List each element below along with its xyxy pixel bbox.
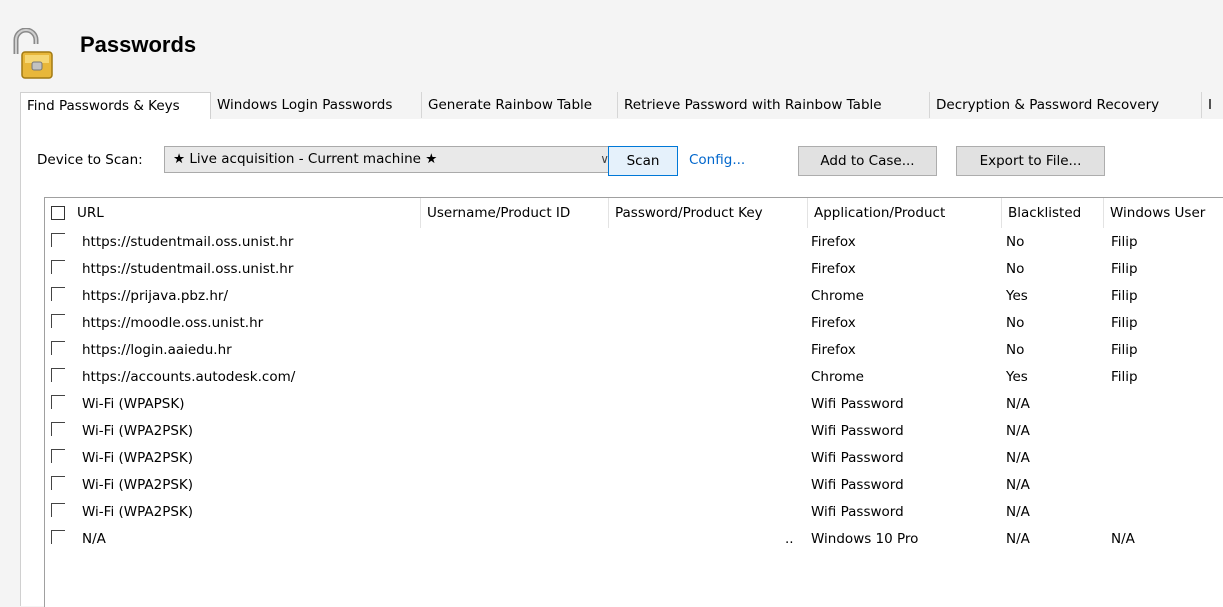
row-checkbox[interactable] [51, 287, 65, 301]
table-row[interactable]: https://prijava.pbz.hr/Chrome Yes Filip [45, 283, 1223, 310]
row-checkbox[interactable] [51, 395, 65, 409]
column-header-url[interactable]: URL [71, 198, 421, 228]
table-row[interactable]: Wi-Fi (WPAPSK) Wifi Password N/A [45, 391, 1223, 418]
cell-application: Wifi Password [811, 423, 904, 439]
cell-url: Wi-Fi (WPA2PSK) [82, 423, 194, 439]
cell-blacklisted: Yes [1006, 369, 1028, 385]
row-checkbox[interactable] [51, 341, 65, 355]
cell-blacklisted: Yes [1006, 288, 1028, 304]
tab-retrieve-password-rainbow[interactable]: Retrieve Password with Rainbow Table [618, 92, 930, 118]
row-checkbox[interactable] [51, 503, 65, 517]
cell-windows-user: Filip [1111, 234, 1138, 250]
export-to-file-button[interactable]: Export to File... [956, 146, 1105, 176]
cell-windows-user: Filip [1111, 261, 1138, 277]
page-title: Passwords [80, 32, 197, 57]
column-header-password[interactable]: Password/Product Key [609, 198, 808, 228]
cell-url: https://accounts.autodesk.com/ [82, 369, 296, 385]
table-row[interactable]: Wi-Fi (WPA2PSK) Wifi Password N/A [45, 445, 1223, 472]
cell-windows-user: Filip [1111, 369, 1138, 385]
cell-url: https://prijava.pbz.hr/ [82, 288, 229, 304]
cell-url: https://login.aaiedu.hr [82, 342, 232, 358]
tab-more[interactable]: I [1202, 92, 1223, 118]
cell-application: Chrome [811, 369, 864, 385]
device-select-value: ★ Live acquisition - Current machine ★ [173, 151, 438, 167]
row-checkbox[interactable] [51, 233, 65, 247]
device-select[interactable]: ★ Live acquisition - Current machine ★ ∨ [164, 146, 618, 173]
cell-blacklisted: N/A [1006, 477, 1030, 493]
table-row[interactable]: https://moodle.oss.unist.hr Firefox No Fili… [45, 310, 1223, 337]
cell-blacklisted: N/A [1006, 450, 1030, 466]
cell-application: Wifi Password [811, 396, 904, 412]
row-checkbox[interactable] [51, 368, 65, 382]
table-row[interactable]: Wi-Fi (WPA2PSK) Wifi Password N/A [45, 472, 1223, 499]
add-to-case-button[interactable]: Add to Case... [798, 146, 937, 176]
cell-windows-user: N/A [1111, 531, 1135, 547]
padlock-open-icon [13, 28, 53, 79]
select-all-checkbox[interactable] [51, 206, 65, 220]
cell-password: .. [785, 531, 794, 547]
cell-application: Wifi Password [811, 477, 904, 493]
cell-url: Wi-Fi (WPA2PSK) [82, 504, 194, 520]
row-checkbox[interactable] [51, 476, 65, 490]
row-checkbox[interactable] [51, 422, 65, 436]
cell-windows-user: Filip [1111, 288, 1138, 304]
cell-application: Firefox [811, 315, 856, 331]
cell-blacklisted: N/A [1006, 423, 1030, 439]
tab-generate-rainbow-table[interactable]: Generate Rainbow Table [422, 92, 618, 118]
cell-application: Chrome [811, 288, 864, 304]
table-row[interactable]: Wi-Fi (WPA2PSK) Wifi Password N/A [45, 499, 1223, 526]
tab-decryption-recovery[interactable]: Decryption & Password Recovery [930, 92, 1202, 118]
cell-blacklisted: No [1006, 315, 1025, 331]
row-checkbox[interactable] [51, 449, 65, 463]
cell-blacklisted: N/A [1006, 504, 1030, 520]
table-row[interactable]: https://login.aaiedu.hr Firefox No Filip [45, 337, 1223, 364]
cell-application: Firefox [811, 234, 856, 250]
tab-windows-login-passwords[interactable]: Windows Login Passwords [211, 92, 422, 118]
cell-windows-user: Filip [1111, 342, 1138, 358]
table-row[interactable]: https://accounts.autodesk.com/Chrome Yes F… [45, 364, 1223, 391]
cell-url: Wi-Fi (WPAPSK) [82, 396, 185, 412]
tab-find-passwords[interactable]: Find Passwords & Keys [20, 92, 211, 120]
cell-application: Firefox [811, 342, 856, 358]
passwords-table: URL Username/Product ID Password/Product… [44, 197, 1223, 607]
cell-application: Windows 10 Pro [811, 531, 919, 547]
row-checkbox[interactable] [51, 314, 65, 328]
tab-bar: Find Passwords & Keys Windows Login Pass… [20, 92, 1223, 120]
cell-application: Wifi Password [811, 504, 904, 520]
row-checkbox[interactable] [51, 530, 65, 544]
find-passwords-panel: Device to Scan: ★ Live acquisition - Cur… [20, 119, 1223, 607]
cell-url: https://moodle.oss.unist.hr [82, 315, 264, 331]
cell-url: N/A [82, 531, 106, 547]
device-to-scan-label: Device to Scan: [37, 152, 143, 168]
column-header-application[interactable]: Application/Product [808, 198, 1002, 228]
table-row[interactable]: https://studentmail.oss.unist.hr Firefox N… [45, 256, 1223, 283]
header: Passwords [0, 0, 1223, 90]
cell-url: https://studentmail.oss.unist.hr [82, 261, 294, 277]
cell-blacklisted: No [1006, 261, 1025, 277]
cell-windows-user: Filip [1111, 315, 1138, 331]
column-header-blacklisted[interactable]: Blacklisted [1002, 198, 1104, 228]
scan-button[interactable]: Scan [608, 146, 678, 176]
cell-url: Wi-Fi (WPA2PSK) [82, 477, 194, 493]
cell-application: Firefox [811, 261, 856, 277]
table-row[interactable]: N/A.. Windows 10 Pro N/A N/A [45, 526, 1223, 553]
column-header-username[interactable]: Username/Product ID [421, 198, 609, 228]
cell-url: https://studentmail.oss.unist.hr [82, 234, 294, 250]
cell-blacklisted: N/A [1006, 396, 1030, 412]
cell-application: Wifi Password [811, 450, 904, 466]
cell-url: Wi-Fi (WPA2PSK) [82, 450, 194, 466]
row-checkbox[interactable] [51, 260, 65, 274]
cell-blacklisted: No [1006, 342, 1025, 358]
cell-blacklisted: N/A [1006, 531, 1030, 547]
table-row[interactable]: Wi-Fi (WPA2PSK) Wifi Password N/A [45, 418, 1223, 445]
column-header-windows-user[interactable]: Windows User [1104, 198, 1223, 228]
table-row[interactable]: https://studentmail.oss.unist.hr Firefox N… [45, 229, 1223, 256]
config-link[interactable]: Config... [689, 152, 745, 168]
cell-blacklisted: No [1006, 234, 1025, 250]
